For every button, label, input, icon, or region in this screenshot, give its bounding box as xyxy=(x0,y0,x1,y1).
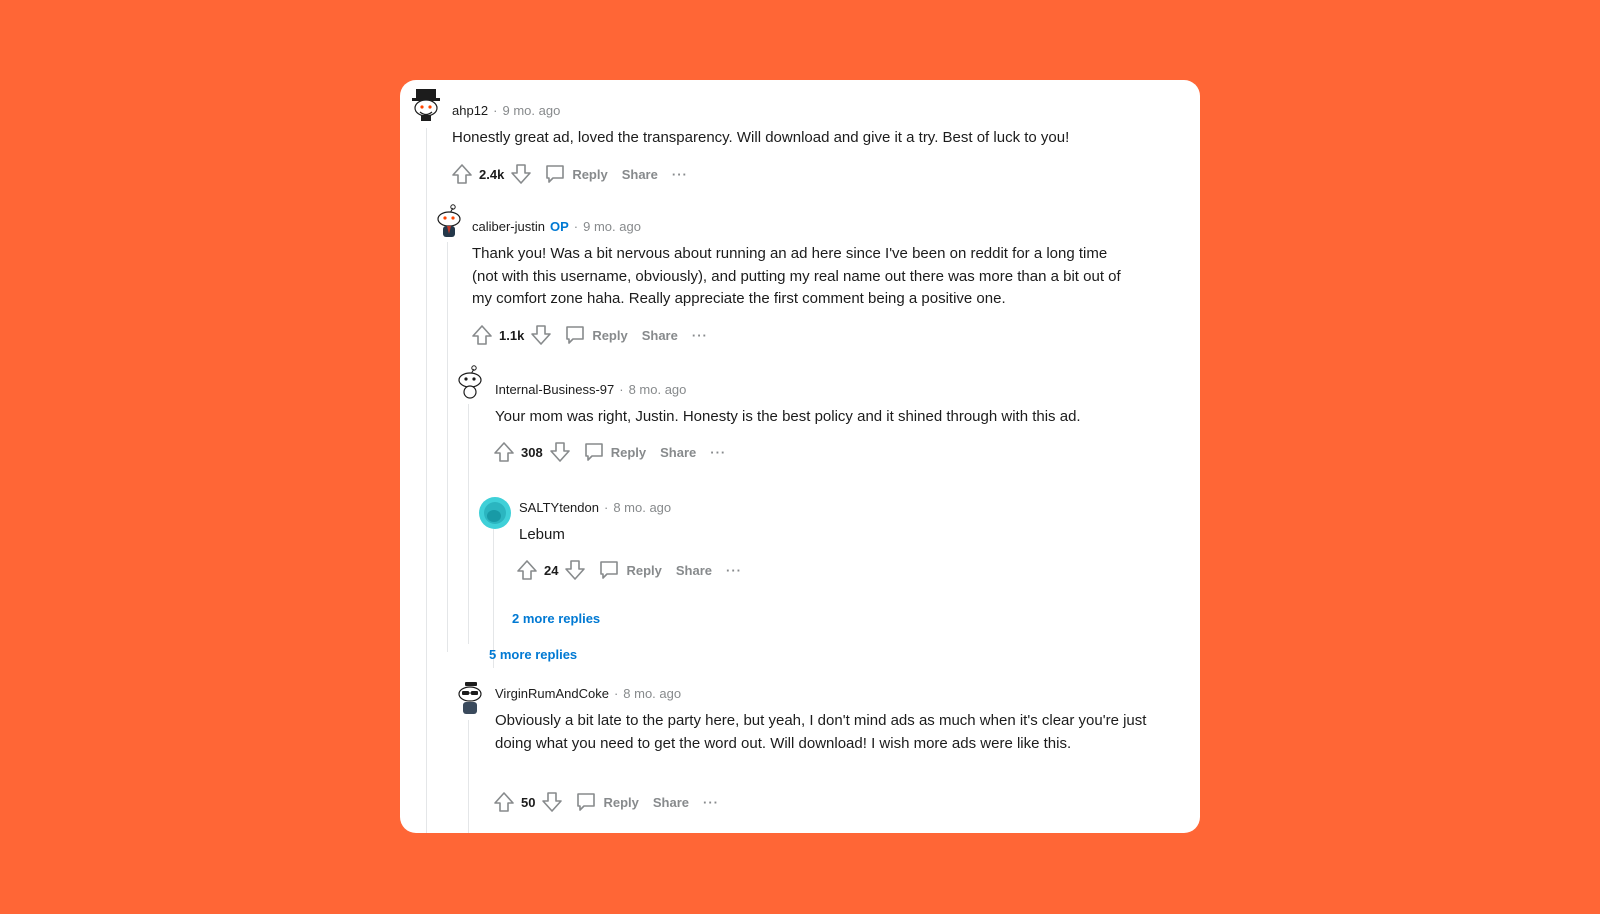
more-replies-link[interactable]: 5 more replies xyxy=(489,647,577,662)
comment-timestamp[interactable]: 8 mo. ago xyxy=(629,382,687,397)
more-replies-link[interactable]: 2 more replies xyxy=(512,611,600,626)
reply-button[interactable]: Reply xyxy=(564,324,628,346)
more-options-button[interactable]: ··· xyxy=(710,445,726,460)
thread-line[interactable] xyxy=(426,128,427,833)
vote-score: 24 xyxy=(544,562,559,578)
comment-actions: 24 Reply Share ··· xyxy=(516,557,742,583)
share-button[interactable]: Share xyxy=(676,563,712,578)
thread-line[interactable] xyxy=(468,720,469,833)
op-badge: OP xyxy=(549,219,569,234)
comment-author[interactable]: Internal-Business-97 xyxy=(495,382,614,397)
meta-separator: · xyxy=(493,103,498,118)
comment-bubble-icon xyxy=(584,443,603,461)
comment-timestamp[interactable]: 8 mo. ago xyxy=(613,500,671,515)
comment-author[interactable]: caliber-justin xyxy=(472,219,545,234)
share-button[interactable]: Share xyxy=(622,167,658,182)
vote-score: 50 xyxy=(521,794,536,810)
comment-body: Lebum xyxy=(519,526,565,543)
comment-actions: 1.1k Reply Share ··· xyxy=(471,322,708,348)
reply-label: Reply xyxy=(610,444,647,460)
comment-author[interactable]: VirginRumAndCoke xyxy=(495,686,609,701)
comment-body: Obviously a bit late to the party here, … xyxy=(495,712,1147,752)
more-options-button[interactable]: ··· xyxy=(672,167,688,182)
meta-separator: · xyxy=(613,686,619,701)
share-button[interactable]: Share xyxy=(642,328,678,343)
reply-label: Reply xyxy=(626,562,662,578)
reply-label: Reply xyxy=(592,327,628,343)
downvote-icon[interactable] xyxy=(541,791,563,813)
comment-author[interactable]: SALTYtendon xyxy=(519,500,599,515)
comment-timestamp[interactable]: 8 mo. ago xyxy=(623,686,681,701)
upvote-icon[interactable] xyxy=(493,791,515,813)
meta-separator: · xyxy=(603,500,609,515)
downvote-icon[interactable] xyxy=(549,441,571,463)
more-options-button[interactable]: ··· xyxy=(703,795,719,810)
reply-button[interactable]: Reply xyxy=(544,163,608,185)
comment-body: Thank you! Was a bit nervous about runni… xyxy=(472,245,1121,307)
comment-timestamp[interactable]: 9 mo. ago xyxy=(503,103,561,118)
comment-author[interactable]: ahp12 xyxy=(452,103,488,118)
comment-bubble-icon xyxy=(566,326,585,344)
vote-score: 2.4k xyxy=(479,166,505,182)
share-button[interactable]: Share xyxy=(660,445,696,460)
downvote-icon[interactable] xyxy=(564,559,586,581)
share-button[interactable]: Share xyxy=(653,795,689,810)
comment-actions: 308 Reply Share ··· xyxy=(493,439,726,465)
thread-line[interactable] xyxy=(493,518,494,668)
more-options-button[interactable]: ··· xyxy=(726,563,742,578)
thread-line[interactable] xyxy=(468,404,469,644)
comment-bubble-icon xyxy=(600,561,619,579)
comment-actions: 2.4k Reply Share ··· xyxy=(451,161,688,187)
upvote-icon[interactable] xyxy=(516,559,538,581)
comment-body: Honestly great ad, loved the transparenc… xyxy=(452,129,1070,146)
vote-score: 308 xyxy=(521,444,543,460)
meta-separator: · xyxy=(619,382,624,397)
teal-default-avatar-icon[interactable] xyxy=(479,497,511,529)
reply-label: Reply xyxy=(572,166,608,182)
upvote-icon[interactable] xyxy=(471,324,493,346)
snoo-default-icon[interactable] xyxy=(454,365,488,399)
comment-actions: 50 Reply Share ··· xyxy=(493,789,719,815)
comment-timestamp[interactable]: 9 mo. ago xyxy=(583,219,641,234)
downvote-icon[interactable] xyxy=(530,324,552,346)
thread-line[interactable] xyxy=(447,242,448,652)
more-options-button[interactable]: ··· xyxy=(692,328,708,343)
comment-bubble-icon xyxy=(577,793,596,811)
snoo-top-hat-icon[interactable] xyxy=(409,87,443,121)
upvote-icon[interactable] xyxy=(451,163,473,185)
snoo-default-icon[interactable] xyxy=(433,204,467,238)
reply-button[interactable]: Reply xyxy=(575,791,639,813)
reply-label: Reply xyxy=(603,794,639,810)
vote-score: 1.1k xyxy=(499,327,525,343)
meta-separator: · xyxy=(573,219,579,234)
upvote-icon[interactable] xyxy=(493,441,515,463)
comment-bubble-icon xyxy=(546,165,565,183)
comment-thread-card: ahp12 · 9 mo. ago Honestly great ad, lov… xyxy=(400,80,1200,833)
reply-button[interactable]: Reply xyxy=(583,441,646,463)
snoo-sunglasses-icon[interactable] xyxy=(454,681,488,715)
reply-button[interactable]: Reply xyxy=(598,559,662,581)
downvote-icon[interactable] xyxy=(510,163,532,185)
comment-body: Your mom was right, Justin. Honesty is t… xyxy=(495,408,1081,425)
